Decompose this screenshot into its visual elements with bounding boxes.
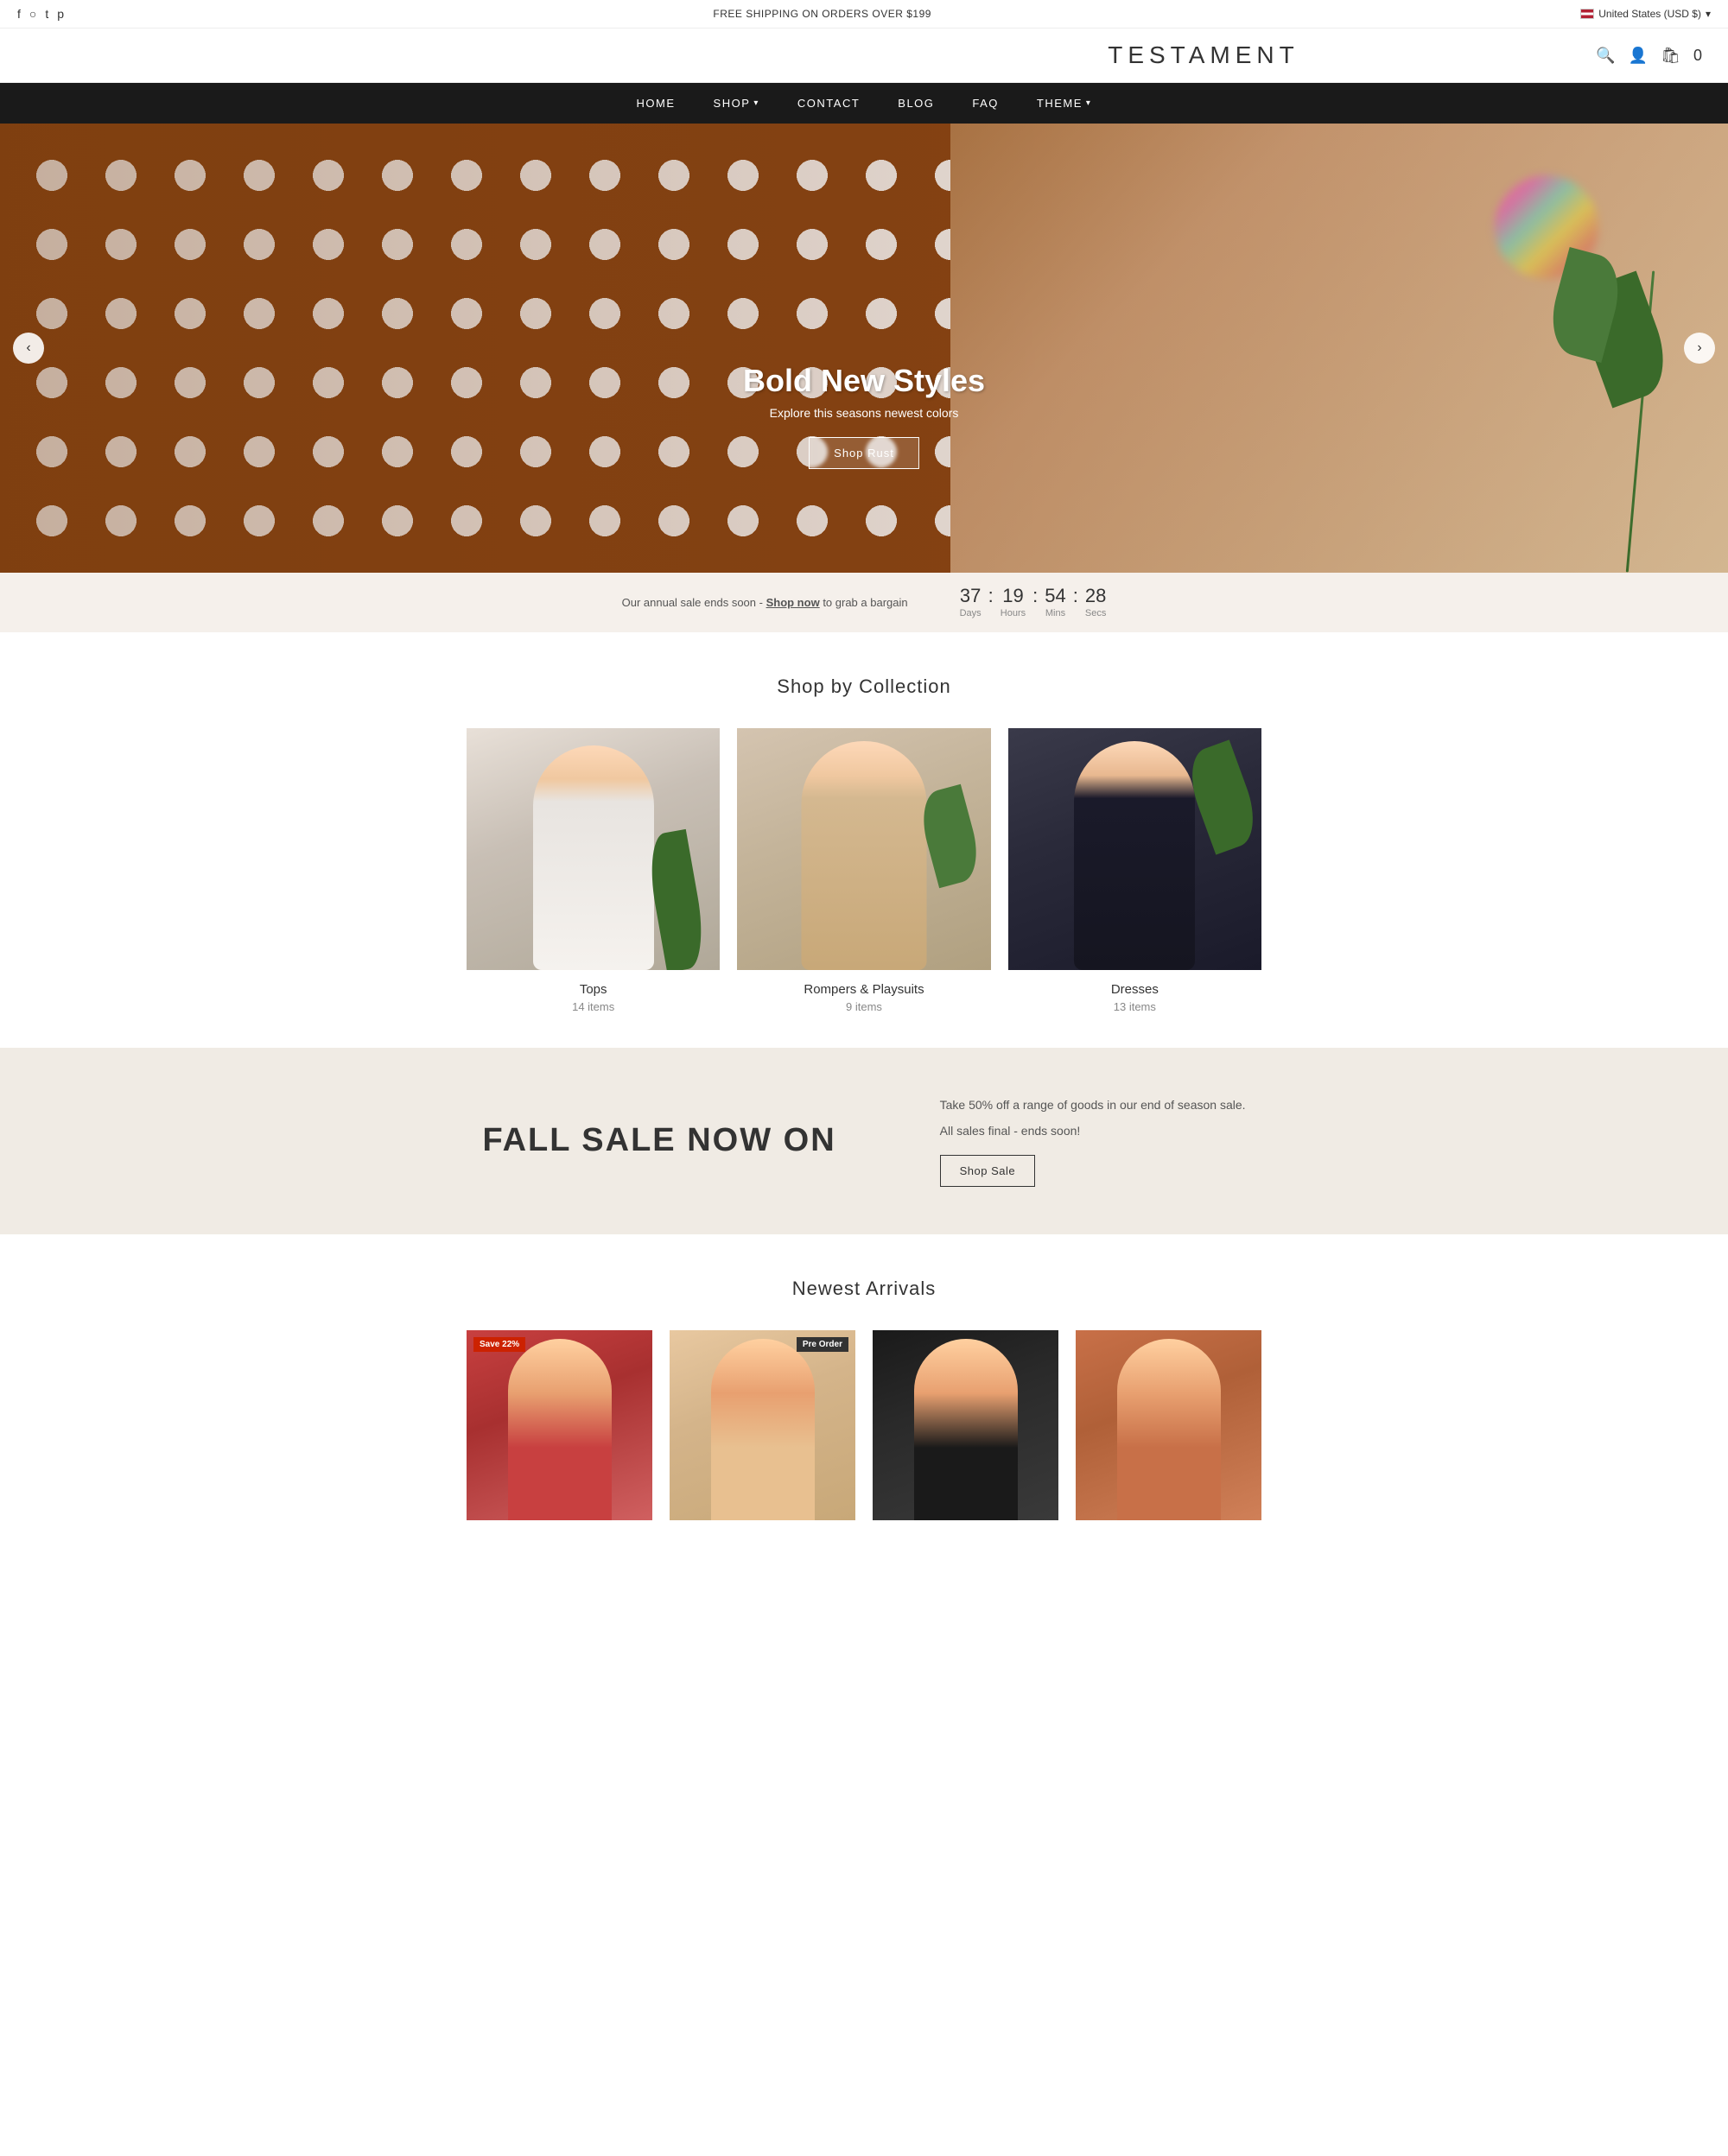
- arrival-model-4: [1117, 1339, 1221, 1520]
- nav-item-theme[interactable]: THEME ▾: [1018, 83, 1111, 124]
- collection-tops-count: 14 items: [467, 1000, 720, 1013]
- fall-sale-desc-2: All sales final - ends soon!: [940, 1121, 1246, 1140]
- fall-sale-right: Take 50% off a range of goods in our end…: [940, 1095, 1246, 1187]
- arrival-model-2: [711, 1339, 815, 1520]
- countdown-sep-1: :: [988, 587, 994, 606]
- hero-prev-button[interactable]: ‹: [13, 333, 44, 364]
- theme-chevron-icon: ▾: [1086, 98, 1092, 108]
- countdown-hours: 19 Hours: [1001, 587, 1026, 618]
- arrivals-grid: Save 22% Pre Order: [467, 1330, 1261, 1520]
- arrivals-title: Newest Arrivals: [26, 1278, 1702, 1300]
- pinterest-icon[interactable]: p: [57, 7, 64, 21]
- header-actions: 🔍 👤 🛍 0: [1596, 47, 1702, 65]
- collections-grid: Tops 14 items Rompers & Playsuits 9 item…: [467, 728, 1261, 1013]
- figure-rompers: [801, 741, 926, 970]
- arrival-model-3: [914, 1339, 1018, 1520]
- site-logo[interactable]: TESTAMENT: [811, 41, 1597, 69]
- countdown-days: 37 Days: [960, 587, 982, 618]
- arrival-badge-1: Save 22%: [473, 1337, 525, 1352]
- fall-sale-section: FALL SALE NOW ON Take 50% off a range of…: [0, 1048, 1728, 1234]
- collection-dresses-count: 13 items: [1008, 1000, 1261, 1013]
- main-nav: HOME SHOP ▾ CONTACT BLOG FAQ THEME ▾: [0, 83, 1728, 124]
- countdown-mins: 54 Mins: [1045, 587, 1065, 618]
- hero-section: Bold New Styles Explore this seasons new…: [0, 124, 1728, 573]
- cart-count: 0: [1693, 47, 1702, 65]
- nav-item-contact[interactable]: CONTACT: [778, 83, 879, 124]
- collection-dresses-image: [1008, 728, 1261, 970]
- fall-sale-desc-1: Take 50% off a range of goods in our end…: [940, 1095, 1246, 1114]
- countdown-shop-link[interactable]: Shop now: [766, 596, 820, 609]
- countdown-bar: Our annual sale ends soon - Shop now to …: [0, 573, 1728, 632]
- arrival-item-1[interactable]: Save 22%: [467, 1330, 652, 1520]
- countdown-sep-2: :: [1032, 587, 1038, 606]
- hero-title: Bold New Styles: [743, 363, 985, 399]
- collection-tops-name: Tops: [467, 982, 720, 997]
- search-icon[interactable]: 🔍: [1596, 47, 1615, 65]
- hero-content: Bold New Styles Explore this seasons new…: [743, 363, 985, 469]
- hero-next-button[interactable]: ›: [1684, 333, 1715, 364]
- social-links[interactable]: f ○ t p: [17, 7, 64, 21]
- flag-icon: [1580, 9, 1594, 19]
- arrivals-section: Newest Arrivals Save 22% Pre Order: [0, 1234, 1728, 1555]
- cart-icon[interactable]: 🛍: [1661, 47, 1680, 65]
- arrival-model-1: [508, 1339, 612, 1520]
- countdown-timer: 37 Days : 19 Hours : 54 Mins : 28 Secs: [960, 587, 1107, 618]
- arrival-image-3: [873, 1330, 1058, 1520]
- figure-dresses: [1074, 741, 1195, 970]
- collection-dresses-name: Dresses: [1008, 982, 1261, 997]
- collections-title: Shop by Collection: [26, 675, 1702, 698]
- header: TESTAMENT 🔍 👤 🛍 0: [0, 29, 1728, 83]
- arrival-image-4: [1076, 1330, 1261, 1520]
- collection-rompers-count: 9 items: [737, 1000, 990, 1013]
- arrival-item-3[interactable]: [873, 1330, 1058, 1520]
- shop-chevron-icon: ▾: [753, 98, 759, 108]
- fall-sale-title: FALL SALE NOW ON: [482, 1123, 835, 1159]
- hero-subtitle: Explore this seasons newest colors: [743, 406, 985, 420]
- locale-chevron-icon: ▾: [1706, 8, 1711, 20]
- nav-item-home[interactable]: HOME: [618, 83, 695, 124]
- collection-dresses[interactable]: Dresses 13 items: [1008, 728, 1261, 1013]
- twitter-icon[interactable]: t: [45, 7, 48, 21]
- nav-item-blog[interactable]: BLOG: [879, 83, 953, 124]
- top-bar: f ○ t p FREE SHIPPING ON ORDERS OVER $19…: [0, 0, 1728, 29]
- facebook-icon[interactable]: f: [17, 7, 21, 21]
- countdown-sep-3: :: [1073, 587, 1078, 606]
- account-icon[interactable]: 👤: [1629, 47, 1648, 65]
- arrival-image-2: Pre Order: [670, 1330, 855, 1520]
- figure-tops: [533, 745, 654, 970]
- collection-tops[interactable]: Tops 14 items: [467, 728, 720, 1013]
- hero-cta-button[interactable]: Shop Rust: [809, 437, 919, 469]
- arrival-badge-2: Pre Order: [797, 1337, 848, 1352]
- collection-rompers-image: [737, 728, 990, 970]
- arrival-item-2[interactable]: Pre Order: [670, 1330, 855, 1520]
- nav-item-shop[interactable]: SHOP ▾: [695, 83, 778, 124]
- hero-overlay: [0, 124, 1728, 573]
- collection-tops-image: [467, 728, 720, 970]
- collection-rompers[interactable]: Rompers & Playsuits 9 items: [737, 728, 990, 1013]
- fall-sale-button[interactable]: Shop Sale: [940, 1155, 1036, 1187]
- instagram-icon[interactable]: ○: [29, 7, 36, 21]
- countdown-text: Our annual sale ends soon - Shop now to …: [622, 596, 908, 609]
- nav-item-faq[interactable]: FAQ: [953, 83, 1018, 124]
- collection-rompers-name: Rompers & Playsuits: [737, 982, 990, 997]
- countdown-secs: 28 Secs: [1085, 587, 1106, 618]
- shipping-notice: FREE SHIPPING ON ORDERS OVER $199: [713, 8, 931, 20]
- locale-selector[interactable]: United States (USD $) ▾: [1580, 8, 1711, 20]
- arrival-item-4[interactable]: [1076, 1330, 1261, 1520]
- collections-section: Shop by Collection Tops 14 items Rompers…: [0, 632, 1728, 1048]
- hero-background: [0, 124, 1728, 573]
- arrival-image-1: Save 22%: [467, 1330, 652, 1520]
